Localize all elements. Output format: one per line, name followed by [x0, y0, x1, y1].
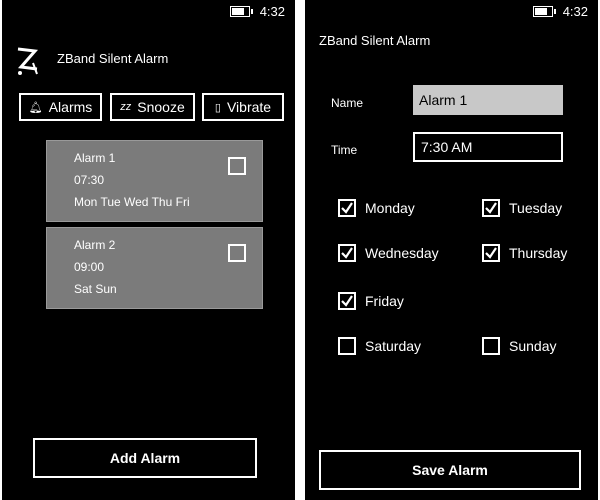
time-field[interactable]: 7:30 AM — [413, 132, 563, 162]
status-time: 4:32 — [562, 3, 588, 19]
checkbox-icon — [482, 244, 500, 262]
status-bar: 4:32 — [532, 0, 598, 22]
checkbox-icon — [482, 337, 500, 355]
day-label: Wednesday — [365, 245, 439, 261]
alarm-name: Alarm 2 — [74, 238, 116, 252]
alarm-checkbox[interactable] — [228, 244, 246, 262]
status-time: 4:32 — [259, 3, 285, 19]
battery-icon — [532, 5, 556, 17]
day-checkbox-monday[interactable]: Monday — [338, 199, 415, 217]
checkbox-icon — [338, 292, 356, 310]
tab-label: Vibrate — [226, 99, 272, 115]
day-label: Sunday — [509, 338, 557, 354]
tab-label: Alarms — [48, 99, 93, 115]
zz-icon: zz — [120, 101, 132, 113]
app-title: ZBand Silent Alarm — [57, 51, 169, 66]
zband-logo-icon — [17, 47, 39, 75]
alarm-edit-screen: 4:32 ZBand Silent Alarm Name Alarm 1 Tim… — [305, 0, 598, 500]
alarm-list-screen: 4:32 ZBand Silent Alarm 🔔︎ Alarms zz Sno… — [2, 0, 295, 500]
time-label: Time — [331, 143, 358, 157]
alarm-time: 07:30 — [74, 173, 105, 187]
checkbox-icon — [338, 244, 356, 262]
day-label: Monday — [365, 200, 415, 216]
battery-icon — [229, 5, 253, 17]
day-checkbox-friday[interactable]: Friday — [338, 292, 404, 310]
checkbox-icon — [338, 199, 356, 217]
day-label: Friday — [365, 293, 404, 309]
name-field[interactable]: Alarm 1 — [413, 85, 563, 115]
day-checkbox-saturday[interactable]: Saturday — [338, 337, 421, 355]
phone-vibrate-icon: ▯ — [214, 101, 221, 114]
tab-vibrate[interactable]: ▯ Vibrate — [202, 93, 284, 121]
alarm-card[interactable]: Alarm 2 09:00 Sat Sun — [46, 227, 263, 309]
tab-alarms[interactable]: 🔔︎ Alarms — [19, 93, 102, 121]
alarm-days: Mon Tue Wed Thu Fri — [74, 195, 190, 209]
alarm-card[interactable]: Alarm 1 07:30 Mon Tue Wed Thu Fri — [46, 140, 263, 222]
save-alarm-button[interactable]: Save Alarm — [319, 450, 581, 490]
alarm-time: 09:00 — [74, 260, 105, 274]
checkbox-icon — [482, 199, 500, 217]
alarm-checkbox[interactable] — [228, 157, 246, 175]
alarm-name: Alarm 1 — [74, 151, 116, 165]
day-label: Saturday — [365, 338, 422, 354]
day-checkbox-wednesday[interactable]: Wednesday — [338, 244, 439, 262]
tab-label: Snooze — [137, 99, 185, 115]
name-label: Name — [331, 96, 364, 110]
day-checkbox-tuesday[interactable]: Tuesday — [482, 199, 562, 217]
app-title: ZBand Silent Alarm — [319, 33, 431, 48]
status-bar: 4:32 — [229, 0, 295, 22]
day-checkbox-sunday[interactable]: Sunday — [482, 337, 556, 355]
checkbox-icon — [338, 337, 356, 355]
alarm-days: Sat Sun — [74, 282, 117, 296]
add-alarm-button[interactable]: Add Alarm — [33, 438, 257, 478]
day-checkbox-thursday[interactable]: Thursday — [482, 244, 567, 262]
bell-icon: 🔔︎ — [28, 101, 43, 114]
day-label: Thursday — [509, 245, 568, 261]
day-label: Tuesday — [509, 200, 563, 216]
tab-snooze[interactable]: zz Snooze — [110, 93, 195, 121]
